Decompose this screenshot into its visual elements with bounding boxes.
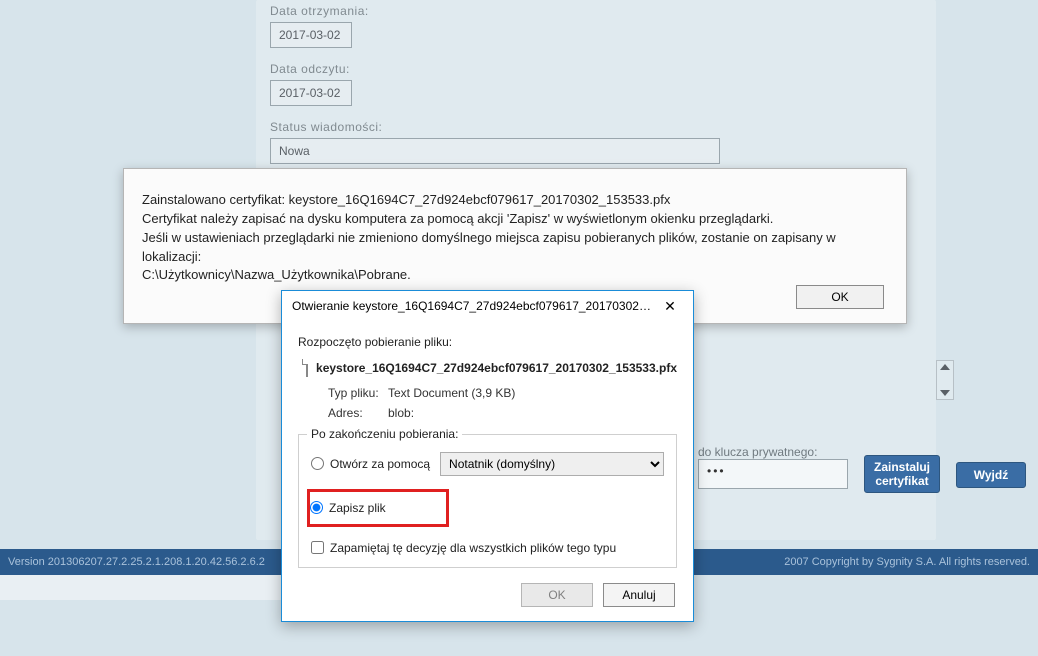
version-text: Version 201306207.27.2.25.2.1.208.1.20.4… <box>8 549 265 575</box>
file-addr-label: Adres: <box>328 403 388 423</box>
info-line4: C:\Użytkownicy\Nazwa_Użytkownika\Pobrane… <box>142 266 888 285</box>
save-file-label: Zapisz plik <box>329 501 386 515</box>
open-with-label: Otwórz za pomocą <box>330 457 430 471</box>
remember-checkbox[interactable] <box>311 541 324 554</box>
file-type-label: Typ pliku: <box>328 383 388 403</box>
close-icon[interactable]: ✕ <box>653 295 687 317</box>
download-started-label: Rozpoczęto pobieranie pliku: <box>298 335 677 349</box>
status-label: Status wiadomości: <box>270 120 922 134</box>
file-type-value: Text Document (3,9 KB) <box>388 386 515 400</box>
install-certificate-button[interactable]: Zainstaluj certyfikat <box>864 455 940 493</box>
download-filename: keystore_16Q1694C7_27d924ebcf079617_2017… <box>316 361 677 375</box>
download-cancel-button[interactable]: Anuluj <box>603 583 675 607</box>
download-ok-button[interactable]: OK <box>521 583 593 607</box>
exit-button[interactable]: Wyjdź <box>956 462 1026 488</box>
remember-label: Zapamiętaj tę decyzję dla wszystkich pli… <box>330 541 616 555</box>
save-file-highlight: Zapisz plik <box>307 489 449 527</box>
private-key-pass-field[interactable]: ••• <box>698 459 848 489</box>
private-key-pass-label: do klucza prywatnego: <box>698 445 848 459</box>
after-download-legend: Po zakończeniu pobierania: <box>307 427 462 441</box>
date-received-field[interactable]: 2017-03-02 <box>270 22 352 48</box>
file-addr-value: blob: <box>388 406 414 420</box>
open-with-select[interactable]: Notatnik (domyślny) <box>440 452 664 476</box>
open-with-radio[interactable] <box>311 457 324 470</box>
info-line1: Zainstalowano certyfikat: keystore_16Q16… <box>142 191 888 210</box>
download-dialog-title: Otwieranie keystore_16Q1694C7_27d924ebcf… <box>292 299 653 313</box>
download-dialog: Otwieranie keystore_16Q1694C7_27d924ebcf… <box>281 290 694 622</box>
copyright-text: 2007 Copyright by Sygnity S.A. All right… <box>784 549 1030 575</box>
status-field[interactable]: Nowa <box>270 138 720 164</box>
save-file-radio[interactable] <box>310 501 323 514</box>
scroll-up-icon[interactable] <box>940 364 950 370</box>
date-received-label: Data otrzymania: <box>270 4 922 18</box>
date-read-field[interactable]: 2017-03-02 <box>270 80 352 106</box>
after-download-group: Po zakończeniu pobierania: Otwórz za pom… <box>298 434 677 568</box>
info-ok-button[interactable]: OK <box>796 285 884 309</box>
certificate-info-text: Zainstalowano certyfikat: keystore_16Q16… <box>124 169 906 295</box>
download-dialog-titlebar: Otwieranie keystore_16Q1694C7_27d924ebcf… <box>282 291 693 321</box>
open-with-row[interactable]: Otwórz za pomocą Notatnik (domyślny) <box>311 451 664 477</box>
remember-row[interactable]: Zapamiętaj tę decyzję dla wszystkich pli… <box>311 541 664 555</box>
file-icon <box>306 359 308 377</box>
scrollbar[interactable] <box>936 360 954 400</box>
info-line3: Jeśli w ustawieniach przeglądarki nie zm… <box>142 229 888 267</box>
info-line2: Certyfikat należy zapisać na dysku kompu… <box>142 210 888 229</box>
bottom-strip <box>0 575 300 600</box>
scroll-down-icon[interactable] <box>940 390 950 396</box>
date-read-label: Data odczytu: <box>270 62 922 76</box>
